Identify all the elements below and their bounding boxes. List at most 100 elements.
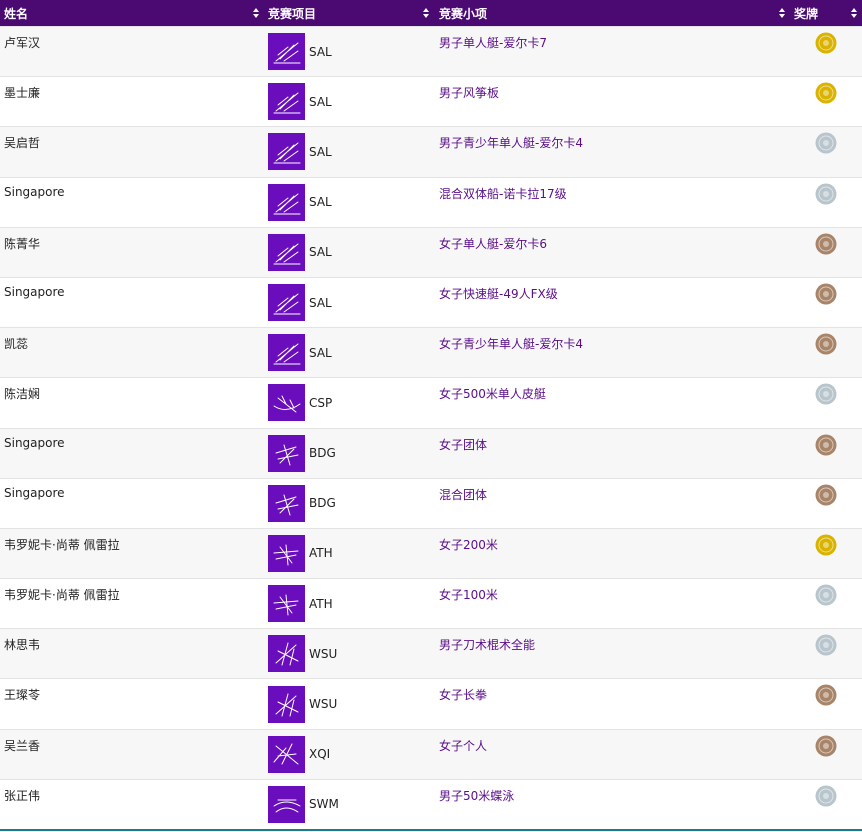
sport-code: ATH bbox=[309, 596, 333, 611]
column-header-medal-label: 奖牌 bbox=[794, 6, 819, 21]
event-link[interactable]: 女子单人艇-爱尔卡6 bbox=[434, 228, 790, 277]
table-row: 陈菁华 SAL 女子单人艇-爱尔卡6 bbox=[0, 226, 862, 277]
event-link[interactable]: 混合团体 bbox=[434, 479, 790, 528]
sport-code: SAL bbox=[309, 44, 332, 59]
event-link[interactable]: 女子个人 bbox=[434, 730, 790, 779]
event-link[interactable]: 男子50米蝶泳 bbox=[434, 780, 790, 829]
silver-medal-icon bbox=[815, 584, 837, 606]
event-link[interactable]: 女子团体 bbox=[434, 429, 790, 478]
table-row: 吴兰香 XQI 女子个人 bbox=[0, 728, 862, 779]
canoe-sprint-icon bbox=[268, 384, 305, 422]
sort-icon[interactable] bbox=[851, 8, 858, 18]
event-link[interactable]: 女子200米 bbox=[434, 529, 790, 578]
table-row: 韦罗妮卡·尚蒂 佩雷拉 ATH 女子100米 bbox=[0, 578, 862, 629]
sport-cell: SAL bbox=[264, 27, 434, 76]
column-header-sport[interactable]: 竞赛项目 bbox=[264, 0, 434, 26]
table-row: 凯蕊 SAL 女子青少年单人艇-爱尔卡4 bbox=[0, 327, 862, 378]
event-link[interactable]: 男子青少年单人艇-爱尔卡4 bbox=[434, 127, 790, 176]
bronze-medal-icon bbox=[815, 283, 837, 305]
sport-cell: SAL bbox=[264, 328, 434, 377]
sport-code: SAL bbox=[309, 195, 332, 210]
table-row: Singapore SAL 混合双体船-诺卡拉17级 bbox=[0, 176, 862, 227]
column-header-medal[interactable]: 奖牌 bbox=[790, 0, 862, 26]
athlete-name: 陈菁华 bbox=[4, 236, 41, 251]
event-link[interactable]: 女子500米单人皮艇 bbox=[434, 378, 790, 427]
medal-cell bbox=[790, 178, 862, 227]
xiangqi-icon bbox=[268, 735, 305, 773]
sailing-icon bbox=[268, 33, 305, 71]
silver-medal-icon bbox=[815, 785, 837, 807]
sort-icon[interactable] bbox=[423, 8, 430, 18]
event-link[interactable]: 男子刀术棍术全能 bbox=[434, 629, 790, 678]
gold-medal-icon bbox=[815, 82, 837, 104]
athlete-name: Singapore bbox=[4, 184, 65, 199]
athlete-name: 韦罗妮卡·尚蒂 佩雷拉 bbox=[4, 588, 120, 603]
medal-cell bbox=[790, 228, 862, 277]
medal-results-table: 姓名 竞赛项目 竞赛小项 奖牌 卢军汉 SAL 男子单人艇-爱尔卡7 墨士廉 SAL 男子… bbox=[0, 0, 862, 831]
sport-code: SAL bbox=[309, 94, 332, 109]
table-row: Singapore BDG 女子团体 bbox=[0, 427, 862, 478]
athlete-name: 张正伟 bbox=[4, 788, 41, 803]
sport-cell: XQI bbox=[264, 730, 434, 779]
sport-cell: SWM bbox=[264, 780, 434, 829]
table-row: 吴启哲 SAL 男子青少年单人艇-爱尔卡4 bbox=[0, 126, 862, 177]
gold-medal-icon bbox=[815, 534, 837, 556]
sport-cell: CSP bbox=[264, 378, 434, 427]
athlete-name: 王璨苓 bbox=[4, 688, 41, 703]
sport-code: ATH bbox=[309, 546, 333, 561]
column-header-sport-label: 竞赛项目 bbox=[268, 6, 317, 21]
event-link[interactable]: 混合双体船-诺卡拉17级 bbox=[434, 178, 790, 227]
table-row: 张正伟 SWM 男子50米蝶泳 bbox=[0, 778, 862, 829]
athletics-icon bbox=[268, 585, 305, 623]
event-link[interactable]: 女子100米 bbox=[434, 579, 790, 628]
bronze-medal-icon bbox=[815, 233, 837, 255]
athletics-icon bbox=[268, 534, 305, 572]
sailing-icon bbox=[268, 334, 305, 372]
event-link[interactable]: 女子快速艇-49人FX级 bbox=[434, 278, 790, 327]
sort-icon[interactable] bbox=[779, 8, 786, 18]
event-link[interactable]: 男子单人艇-爱尔卡7 bbox=[434, 27, 790, 76]
table-header: 姓名 竞赛项目 竞赛小项 奖牌 bbox=[0, 0, 862, 26]
bronze-medal-icon bbox=[815, 333, 837, 355]
table-body: 卢军汉 SAL 男子单人艇-爱尔卡7 墨士廉 SAL 男子风筝板 吴启哲 SAL 男子青少年单人… bbox=[0, 26, 862, 829]
event-link[interactable]: 女子青少年单人艇-爱尔卡4 bbox=[434, 328, 790, 377]
sailing-icon bbox=[268, 284, 305, 322]
badminton-icon bbox=[268, 434, 305, 472]
sailing-icon bbox=[268, 133, 305, 171]
table-row: Singapore SAL 女子快速艇-49人FX级 bbox=[0, 276, 862, 328]
sport-cell: BDG bbox=[264, 429, 434, 478]
medal-cell bbox=[790, 629, 862, 678]
athlete-name: 凯蕊 bbox=[4, 337, 29, 352]
sport-code: SAL bbox=[309, 345, 332, 360]
sport-cell: WSU bbox=[264, 679, 434, 728]
table-row: 王璨苓 WSU 女子长拳 bbox=[0, 678, 862, 729]
sport-code: SWM bbox=[309, 797, 339, 812]
sport-cell: SAL bbox=[264, 178, 434, 227]
column-header-event[interactable]: 竞赛小项 bbox=[434, 0, 790, 26]
athlete-name: 陈洁娴 bbox=[4, 387, 41, 402]
athlete-name: 林思韦 bbox=[4, 638, 41, 653]
table-row: 墨士廉 SAL 男子风筝板 bbox=[0, 76, 862, 127]
sport-cell: SAL bbox=[264, 77, 434, 126]
sport-cell: BDG bbox=[264, 479, 434, 528]
medal-cell bbox=[790, 27, 862, 76]
silver-medal-icon bbox=[815, 634, 837, 656]
athlete-name: 吴启哲 bbox=[4, 136, 41, 151]
wushu-icon bbox=[268, 635, 305, 673]
column-header-name[interactable]: 姓名 bbox=[0, 0, 264, 26]
sort-icon[interactable] bbox=[253, 8, 260, 18]
swimming-icon bbox=[268, 785, 305, 823]
wushu-icon bbox=[268, 685, 305, 723]
event-link[interactable]: 男子风筝板 bbox=[434, 77, 790, 126]
sport-cell: SAL bbox=[264, 127, 434, 176]
medal-cell bbox=[790, 278, 862, 327]
sport-cell: WSU bbox=[264, 629, 434, 678]
athlete-name: Singapore bbox=[4, 284, 65, 299]
medal-cell bbox=[790, 730, 862, 779]
table-row: 韦罗妮卡·尚蒂 佩雷拉 ATH 女子200米 bbox=[0, 527, 862, 579]
event-link[interactable]: 女子长拳 bbox=[434, 679, 790, 728]
sport-code: BDG bbox=[309, 496, 336, 511]
table-row: 陈洁娴 CSP 女子500米单人皮艇 bbox=[0, 377, 862, 428]
bronze-medal-icon bbox=[815, 484, 837, 506]
sailing-icon bbox=[268, 183, 305, 221]
